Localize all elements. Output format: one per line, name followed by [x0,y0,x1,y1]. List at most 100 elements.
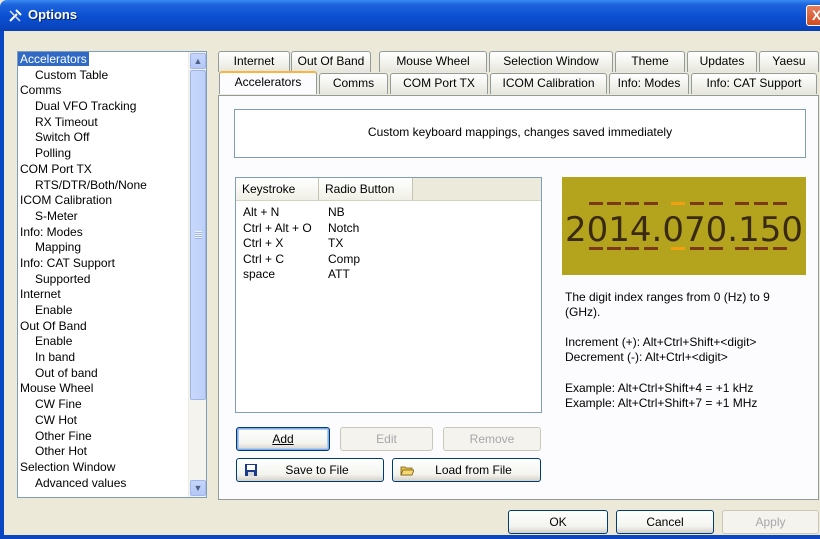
list-header: Keystroke Radio Button [236,178,541,201]
tree-item-label: Switch Off [35,130,90,145]
tab-out-of-band[interactable]: Out Of Band [291,51,371,72]
tree-item[interactable]: Enable [18,303,188,319]
tab-selection-window[interactable]: Selection Window [489,51,613,72]
category-tree[interactable]: Accelerators Custom Table Comms Dual VFO Tr… [17,51,207,498]
list-item[interactable]: Ctrl + Alt + O Notch [236,221,541,237]
tree-item[interactable]: S-Meter [18,209,188,225]
tab-updates[interactable]: Updates [687,51,757,72]
apply-button[interactable]: Apply [722,510,819,534]
tab-info-cat-support[interactable]: Info: CAT Support [691,73,817,94]
options-window: Options X Accelerators Custom Table Comms D… [0,0,820,539]
tree-item[interactable]: In band [18,350,188,366]
tree-item[interactable]: CW Hot [18,413,188,429]
tree-item[interactable]: RTS/DTR/Both/None [18,178,188,194]
keymap-list[interactable]: Keystroke Radio Button Alt + N NB Ctrl + A… [235,177,542,413]
tree-item[interactable]: Custom Table [18,68,188,84]
tree-item-label: Out Of Band [20,318,87,333]
tree-item[interactable]: Switch Off [18,130,188,146]
digit-indicator [625,247,639,250]
description-box: Custom keyboard mappings, changes saved … [234,109,806,158]
list-item[interactable]: space ATT [236,267,541,283]
tree-item[interactable]: Internet [18,287,188,303]
keystroke-cell: Alt + N [243,205,280,219]
tree-item[interactable]: CW Fine [18,397,188,413]
tree-item[interactable]: Info: Modes [18,225,188,241]
cancel-button[interactable]: Cancel [616,510,714,534]
tree-item-label: Advanced values [35,475,127,490]
tree-item[interactable]: Mouse Wheel [18,381,188,397]
keystroke-cell: Ctrl + X [243,236,284,250]
tab-accelerators[interactable]: Accelerators [219,71,317,94]
digit-indicator [644,247,658,250]
tab-comms[interactable]: Comms [319,73,388,94]
tree-item-label: Supported [35,271,91,286]
scroll-up-button[interactable]: ▲ [190,53,206,69]
tree-item[interactable]: Out of band [18,366,188,382]
load-from-file-button[interactable]: Load from File [392,458,541,482]
tree-item[interactable]: Comms [18,83,188,99]
tree-item[interactable]: Advanced values [18,476,188,492]
digit-indicator [607,202,621,205]
column-radio-button[interactable]: Radio Button [319,178,413,200]
info-decrement: Decrement (-): Alt+Ctrl+<digit> [565,350,728,364]
edit-button[interactable]: Edit [340,427,433,451]
list-item[interactable]: Ctrl + X TX [236,236,541,252]
title-bar[interactable]: Options X [0,0,820,31]
tree-item-label: Enable [35,303,73,317]
tab-com-port-tx[interactable]: COM Port TX [390,73,488,94]
tree-item[interactable]: Out Of Band [18,319,188,335]
tree-scrollbar[interactable]: ▲ ▼ [188,52,206,497]
tree-item[interactable]: COM Port TX [18,162,188,178]
save-to-file-button[interactable]: Save to File [236,458,384,482]
tree-item[interactable]: Selection Window [18,460,188,476]
tree-item-label: Internet [20,287,61,302]
tree-item[interactable]: Polling [18,146,188,162]
digit-indicator [690,202,704,205]
add-button[interactable]: Add [236,427,330,451]
tab-icom-calibration[interactable]: ICOM Calibration [490,73,607,94]
tree-item[interactable]: RX Timeout [18,115,188,131]
tree-item[interactable]: Other Fine [18,429,188,445]
open-folder-icon [400,466,414,476]
tree-item-label: Mapping [35,240,82,255]
close-icon: X [811,7,820,23]
tab-internet[interactable]: Internet [218,51,290,72]
radio-button-cell: Notch [328,220,360,235]
remove-button[interactable]: Remove [443,427,541,451]
keystroke-cell: space [243,267,276,281]
ok-button[interactable]: OK [508,510,608,534]
info-example-1: Example: Alt+Ctrl+Shift+4 = +1 kHz [565,381,754,395]
tree-item[interactable]: Enable [18,334,188,350]
tab-yaesu[interactable]: Yaesu [759,51,819,72]
frequency-value: 2014.070.150 [565,210,803,250]
column-keystroke[interactable]: Keystroke [236,178,319,200]
scroll-thumb[interactable] [190,70,206,400]
tree-item[interactable]: ICOM Calibration [18,193,188,209]
tab-info-modes[interactable]: Info: Modes [609,73,689,94]
tree-item[interactable]: Other Hot [18,444,188,460]
tab-mouse-wheel[interactable]: Mouse Wheel [379,51,487,72]
list-item[interactable]: Alt + N NB [236,205,541,221]
close-button[interactable]: X [806,5,820,26]
list-item[interactable]: Ctrl + C Comp [236,252,541,268]
scroll-down-button[interactable]: ▼ [190,480,206,496]
grip-icon [195,231,202,239]
tree-item[interactable]: Supported [18,272,188,288]
frequency-digits: 2014.070.150 [565,202,803,250]
tree-item-label: Other Hot [35,444,88,459]
tree-item[interactable]: Dual VFO Tracking [18,99,188,115]
tree-item[interactable]: Mapping [18,240,188,256]
tree-item-label: RX Timeout [35,114,98,129]
tree-item[interactable]: Accelerators [18,52,188,68]
tab-theme[interactable]: Theme [615,51,685,72]
chevron-down-icon: ▼ [193,483,203,493]
digit-indicator [735,202,749,205]
tree-item-label: RTS/DTR/Both/None [35,177,147,192]
tree-item[interactable]: Info: CAT Support [18,256,188,272]
window-frame-bottom [0,535,820,539]
digit-indicator [709,247,723,250]
description-text: Custom keyboard mappings, changes saved … [367,125,673,139]
digit-indicator [671,202,685,205]
tree-item-label: Info: Modes [20,224,83,239]
digit-indicator [589,247,603,250]
